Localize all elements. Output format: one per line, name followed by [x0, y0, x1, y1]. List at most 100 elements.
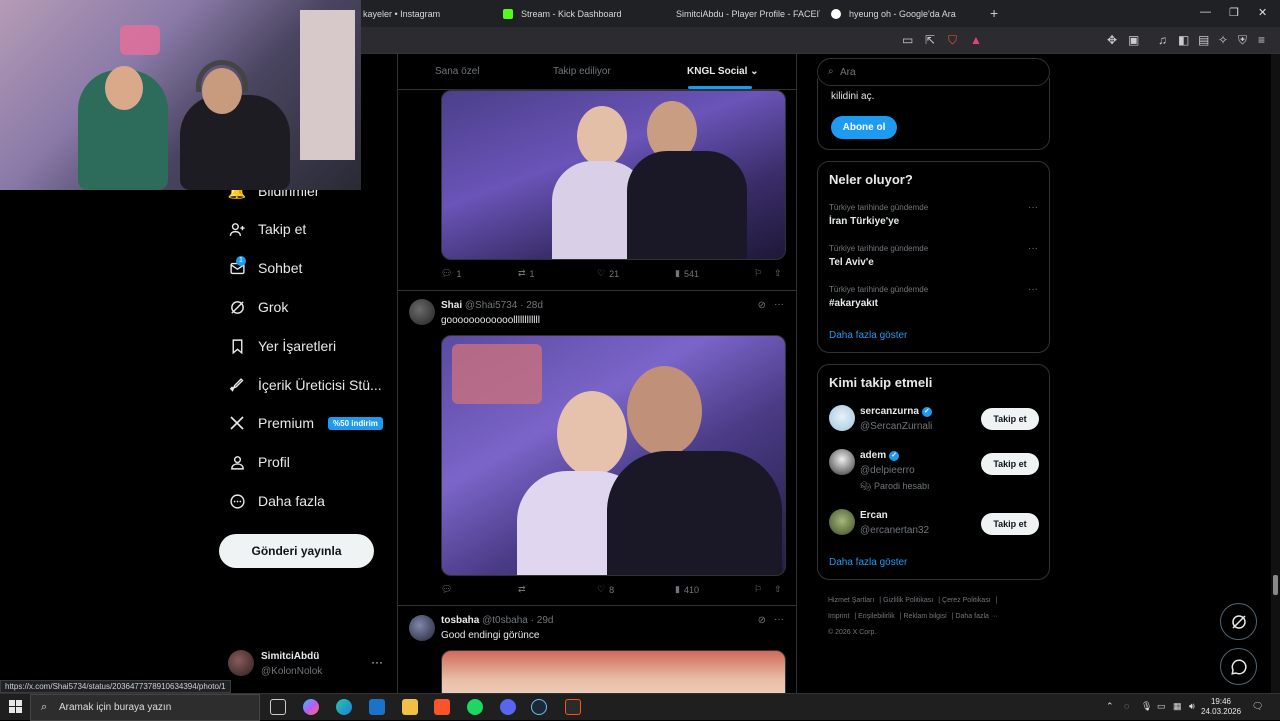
- spotify-icon[interactable]: [467, 699, 483, 715]
- account-more-button[interactable]: ···: [371, 655, 383, 669]
- tab-instagram[interactable]: kayeler • Instagram: [355, 0, 490, 27]
- post-image[interactable]: [441, 335, 786, 576]
- faceit-ac-icon[interactable]: [565, 699, 581, 715]
- restore-button[interactable]: ❐: [1229, 6, 1239, 19]
- repost-button[interactable]: ⇄ 1: [518, 268, 535, 279]
- tray-icon[interactable]: ◌: [1124, 701, 1129, 711]
- file-explorer-icon[interactable]: [402, 699, 418, 715]
- display-icon[interactable]: ▭: [1157, 701, 1166, 712]
- avatar[interactable]: [228, 650, 254, 676]
- taskbar-search-input[interactable]: ⌕ Aramak için buraya yazın: [30, 694, 260, 721]
- tray-overflow-icon[interactable]: ⌃: [1106, 701, 1114, 712]
- nav-bookmarks[interactable]: Yer İşaretleri: [228, 334, 336, 358]
- trend-more-button[interactable]: ···: [1028, 284, 1038, 295]
- trend-item[interactable]: #akaryakıt: [829, 298, 878, 309]
- copilot-icon[interactable]: [303, 699, 319, 715]
- mail-icon[interactable]: [369, 699, 385, 715]
- search-input[interactable]: ⌕ Ara: [817, 58, 1050, 86]
- follow-button[interactable]: Takip et: [981, 513, 1039, 535]
- screen-cast-icon[interactable]: ▭: [902, 33, 913, 47]
- nav-profile[interactable]: Profil: [228, 450, 290, 474]
- avatar[interactable]: [409, 615, 435, 641]
- share-post-button[interactable]: ⇧: [774, 584, 782, 595]
- new-tab-button[interactable]: +: [990, 5, 998, 21]
- post-more-button[interactable]: ···: [774, 614, 784, 625]
- system-clock[interactable]: 19:46 24.03.2026: [1201, 697, 1241, 717]
- subscribe-button[interactable]: Abone ol: [831, 116, 897, 139]
- windows-start-icon[interactable]: [9, 700, 22, 713]
- post-button[interactable]: Gönderi yayınla: [219, 534, 374, 568]
- tab-search-icon[interactable]: ▣: [1128, 33, 1139, 47]
- scrollbar-thumb[interactable]: [1273, 575, 1278, 595]
- trends-show-more-link[interactable]: Daha fazla göster: [829, 330, 907, 341]
- task-view-icon[interactable]: [270, 699, 286, 715]
- post-author-name[interactable]: tosbaha: [441, 615, 479, 626]
- minimize-button[interactable]: —: [1200, 6, 1211, 18]
- footer-link[interactable]: Daha fazla ···: [955, 613, 997, 620]
- trend-item[interactable]: İran Türkiye'ye: [829, 216, 899, 227]
- vpn-icon[interactable]: ⛨: [1238, 33, 1247, 48]
- tab-kick-dashboard[interactable]: Stream - Kick Dashboard: [495, 0, 655, 27]
- avatar[interactable]: [829, 449, 855, 475]
- steam-icon[interactable]: [531, 699, 547, 715]
- reply-button[interactable]: 💬︎ 1: [441, 268, 461, 279]
- post-author-name[interactable]: Shai: [441, 300, 462, 311]
- tab-kngl-social[interactable]: KNGL Social ⌄: [687, 66, 759, 77]
- avatar[interactable]: [409, 299, 435, 325]
- who-to-follow-show-more-link[interactable]: Daha fazla göster: [829, 557, 907, 568]
- views-button[interactable]: ▮ 410: [675, 584, 699, 595]
- close-window-button[interactable]: ✕: [1258, 6, 1267, 19]
- network-icon[interactable]: ▦: [1173, 701, 1182, 712]
- footer-link[interactable]: Erişilebilirlik: [858, 613, 895, 620]
- share-icon[interactable]: ⇱: [925, 33, 935, 47]
- reply-button[interactable]: 💬︎: [441, 584, 456, 595]
- tab-for-you[interactable]: Sana özel: [435, 66, 479, 77]
- footer-link[interactable]: Gizlilik Politikası: [883, 597, 933, 604]
- nav-follow[interactable]: Takip et: [228, 217, 306, 241]
- suggested-user-name[interactable]: sercanzurna ✓: [860, 406, 932, 417]
- notifications-icon[interactable]: 🗨︎: [1252, 701, 1263, 712]
- volume-icon[interactable]: 🔊︎: [1189, 701, 1195, 712]
- leo-ai-icon[interactable]: ✧: [1218, 33, 1228, 47]
- extensions-icon[interactable]: ✥: [1107, 33, 1117, 47]
- trend-item[interactable]: Tel Aviv'e: [829, 257, 874, 268]
- follow-button[interactable]: Takip et: [981, 408, 1039, 430]
- suggested-user-name[interactable]: adem ✓: [860, 450, 900, 461]
- repost-button[interactable]: ⇄: [518, 584, 530, 595]
- grok-explain-icon[interactable]: ⊘: [758, 615, 766, 626]
- wallet-icon[interactable]: ▤: [1198, 33, 1209, 47]
- brave-rewards-icon[interactable]: ▲: [970, 33, 982, 47]
- brave-browser-icon[interactable]: [434, 699, 450, 715]
- views-button[interactable]: ▮ 541: [675, 268, 699, 279]
- follow-button[interactable]: Takip et: [981, 453, 1039, 475]
- bookmark-post-button[interactable]: ⚐: [754, 268, 762, 279]
- menu-icon[interactable]: ≡: [1258, 33, 1265, 47]
- microphone-icon[interactable]: 🎙︎: [1141, 701, 1152, 712]
- avatar[interactable]: [829, 405, 855, 431]
- nav-more[interactable]: Daha fazla: [228, 489, 325, 513]
- tab-faceit-profile[interactable]: SimitciAbdu - Player Profile - FACEIT: [660, 0, 820, 27]
- footer-link[interactable]: Hizmet Şartları: [828, 597, 874, 604]
- nav-premium[interactable]: Premium %50 indirim: [228, 411, 383, 435]
- messages-fab-button[interactable]: [1220, 648, 1257, 685]
- footer-link[interactable]: Çerez Politikası: [942, 597, 991, 604]
- edge-icon[interactable]: [336, 699, 352, 715]
- tab-google-search[interactable]: hyeung oh - Google'da Ara: [823, 0, 983, 27]
- sidebar-icon[interactable]: ◧: [1178, 33, 1189, 47]
- share-post-button[interactable]: ⇧: [774, 268, 782, 279]
- nav-grok[interactable]: Grok: [228, 295, 288, 319]
- timeline-feed[interactable]: 💬︎ 1 ⇄ 1 ♡ 21 ▮ 541 ⚐ ⇧ Shai @Shai5734 · 28d…: [397, 54, 797, 693]
- post-image[interactable]: [441, 650, 786, 693]
- brave-shield-icon[interactable]: ⛉: [948, 33, 957, 48]
- tab-following[interactable]: Takip ediliyor: [553, 66, 611, 77]
- trend-more-button[interactable]: ···: [1028, 243, 1038, 254]
- grok-fab-button[interactable]: [1220, 603, 1257, 640]
- post-image[interactable]: [441, 90, 786, 260]
- page-scrollbar[interactable]: [1271, 54, 1280, 693]
- suggested-user-name[interactable]: Ercan: [860, 510, 888, 521]
- footer-link[interactable]: Reklam bilgisi: [904, 613, 947, 620]
- post-more-button[interactable]: ···: [774, 299, 784, 310]
- nav-creator-studio[interactable]: İçerik Üreticisi Stü...: [228, 373, 382, 397]
- bookmark-post-button[interactable]: ⚐: [754, 584, 762, 595]
- like-button[interactable]: ♡ 21: [597, 268, 619, 279]
